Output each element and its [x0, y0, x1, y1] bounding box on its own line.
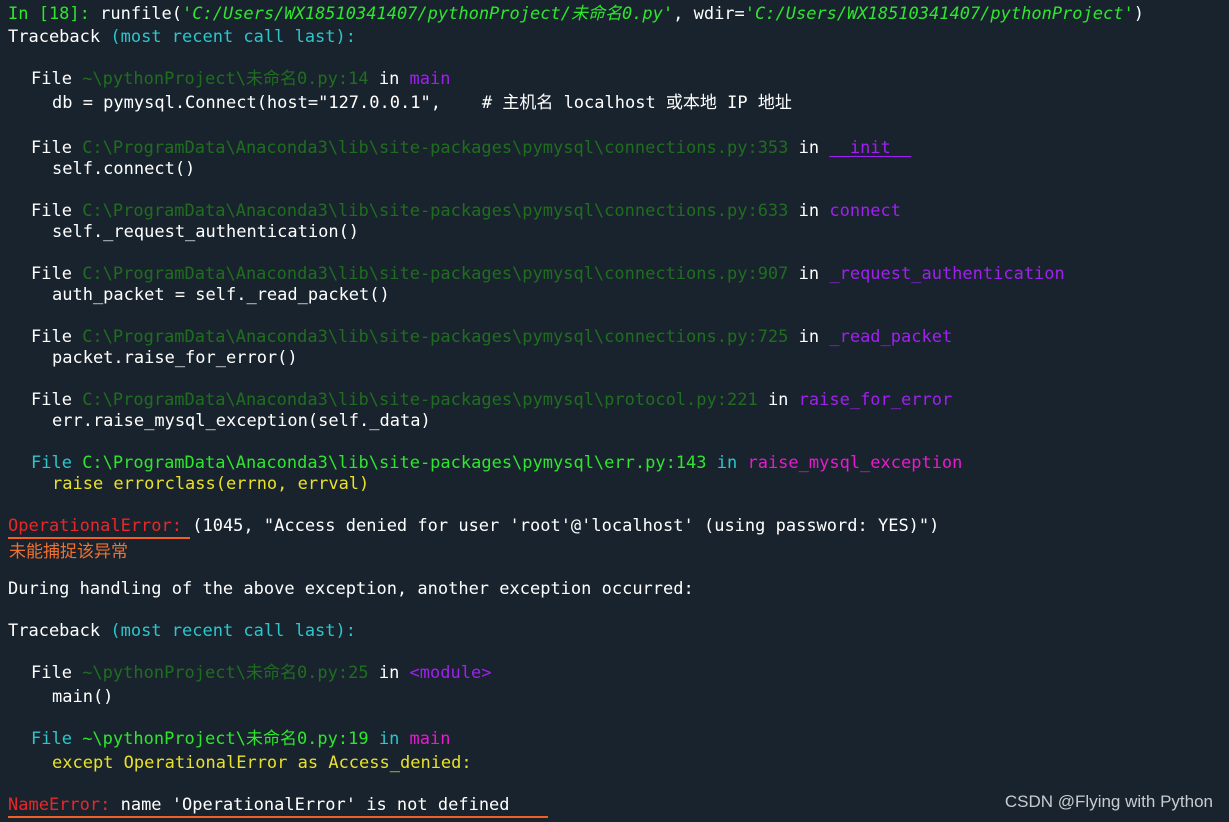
- watermark: CSDN @Flying with Python: [1004, 792, 1213, 811]
- traceback-header-2: Traceback (most recent call last):: [8, 621, 356, 641]
- frame-path: ~\pythonProject\未命名0.py:19: [82, 729, 369, 749]
- frame-func: main: [409, 729, 451, 749]
- frame-path: C:\ProgramData\Anaconda3\lib\site-packag…: [82, 327, 789, 347]
- annotation-note: 未能捕捉该异常: [9, 542, 128, 562]
- error-name: NameError:: [8, 795, 111, 815]
- frame-file-label: File: [31, 201, 83, 221]
- frame-in: in: [788, 327, 830, 347]
- frame-9-code: except OperationalError as Access_denied…: [52, 753, 472, 773]
- frame-9-location: File ~\pythonProject\未命名0.py:19 in main: [31, 729, 451, 749]
- frame-4-code: auth_packet = self._read_packet(): [52, 285, 390, 305]
- name-error-line: NameError: name 'OperationalError' is no…: [8, 795, 510, 815]
- traceback-label: Traceback: [8, 621, 111, 641]
- frame-2-code: self.connect(): [52, 159, 196, 179]
- frame-7-location: File C:\ProgramData\Anaconda3\lib\site-p…: [31, 453, 962, 473]
- frame-4-location: File C:\ProgramData\Anaconda3\lib\site-p…: [31, 264, 1065, 284]
- frame-func: raise_for_error: [798, 390, 953, 410]
- frame-path: C:\ProgramData\Anaconda3\lib\site-packag…: [82, 453, 707, 473]
- frame-file-label: File: [31, 390, 83, 410]
- frame-5-code: packet.raise_for_error(): [52, 348, 298, 368]
- frame-path: C:\ProgramData\Anaconda3\lib\site-packag…: [82, 201, 789, 221]
- file-argument: 'C:/Users/WX18510341407/pythonProject/未命…: [182, 4, 674, 24]
- frame-7-code: raise errorclass(errno, errval): [52, 474, 370, 494]
- frame-8-code: main(): [52, 687, 114, 707]
- frame-func: __init__: [829, 138, 912, 158]
- frame-path: C:\ProgramData\Anaconda3\lib\site-packag…: [82, 390, 758, 410]
- ipython-console[interactable]: In [18]: runfile('C:/Users/WX18510341407…: [0, 0, 1229, 822]
- command-separator: , wdir=: [673, 4, 745, 24]
- frame-func: _read_packet: [829, 327, 953, 347]
- command-text: runfile(: [89, 4, 183, 24]
- frame-file-label: File: [31, 264, 83, 284]
- error-highlight-underline-2: [8, 816, 548, 818]
- frame-in: in: [368, 663, 410, 683]
- frame-func: main: [409, 69, 451, 89]
- frame-5-location: File C:\ProgramData\Anaconda3\lib\site-p…: [31, 327, 952, 347]
- frame-1-code: db = pymysql.Connect(host="127.0.0.1", #…: [52, 93, 792, 113]
- frame-3-code: self._request_authentication(): [52, 222, 360, 242]
- frame-in: in: [788, 138, 830, 158]
- frame-func: _request_authentication: [829, 264, 1065, 284]
- frame-path: C:\ProgramData\Anaconda3\lib\site-packag…: [82, 138, 789, 158]
- traceback-paren: (most recent call last):: [110, 621, 356, 641]
- frame-in: in: [788, 201, 830, 221]
- frame-func: raise_mysql_exception: [747, 453, 963, 473]
- frame-8-location: File ~\pythonProject\未命名0.py:25 in <modu…: [31, 663, 491, 683]
- traceback-paren: (most recent call last):: [110, 27, 356, 47]
- wdir-argument: 'C:/Users/WX18510341407/pythonProject': [744, 4, 1134, 24]
- frame-6-location: File C:\ProgramData\Anaconda3\lib\site-p…: [31, 390, 952, 410]
- error-highlight-underline: [8, 537, 190, 539]
- frame-in: in: [706, 453, 748, 473]
- frame-in: in: [368, 729, 410, 749]
- prompt-label: In [18]:: [8, 4, 90, 24]
- input-prompt-line: In [18]: runfile('C:/Users/WX18510341407…: [8, 4, 1144, 24]
- command-close: ): [1133, 4, 1144, 24]
- frame-path: ~\pythonProject\未命名0.py:14: [82, 69, 369, 89]
- frame-2-location: File C:\ProgramData\Anaconda3\lib\site-p…: [31, 138, 911, 158]
- frame-in: in: [757, 390, 799, 410]
- error-name: OperationalError:: [8, 516, 182, 536]
- traceback-header: Traceback (most recent call last):: [8, 27, 356, 47]
- frame-in: in: [788, 264, 830, 284]
- operational-error-line: OperationalError: (1045, "Access denied …: [8, 516, 939, 536]
- error-message: name 'OperationalError' is not defined: [110, 795, 510, 815]
- frame-1-location: File ~\pythonProject\未命名0.py:14 in main: [31, 69, 451, 89]
- frame-func: <module>: [409, 663, 492, 683]
- frame-path: C:\ProgramData\Anaconda3\lib\site-packag…: [82, 264, 789, 284]
- frame-file-label: File: [31, 729, 83, 749]
- error-message: (1045, "Access denied for user 'root'@'l…: [182, 516, 940, 536]
- frame-func: connect: [829, 201, 902, 221]
- during-handling-line: During handling of the above exception, …: [8, 579, 694, 599]
- frame-3-location: File C:\ProgramData\Anaconda3\lib\site-p…: [31, 201, 901, 221]
- frame-file-label: File: [31, 138, 83, 158]
- frame-file-label: File: [31, 453, 83, 473]
- frame-6-code: err.raise_mysql_exception(self._data): [52, 411, 431, 431]
- frame-in: in: [368, 69, 410, 89]
- frame-file-label: File: [31, 327, 83, 347]
- traceback-label: Traceback: [8, 27, 111, 47]
- frame-file-label: File: [31, 69, 83, 89]
- frame-file-label: File: [31, 663, 83, 683]
- frame-path: ~\pythonProject\未命名0.py:25: [82, 663, 369, 683]
